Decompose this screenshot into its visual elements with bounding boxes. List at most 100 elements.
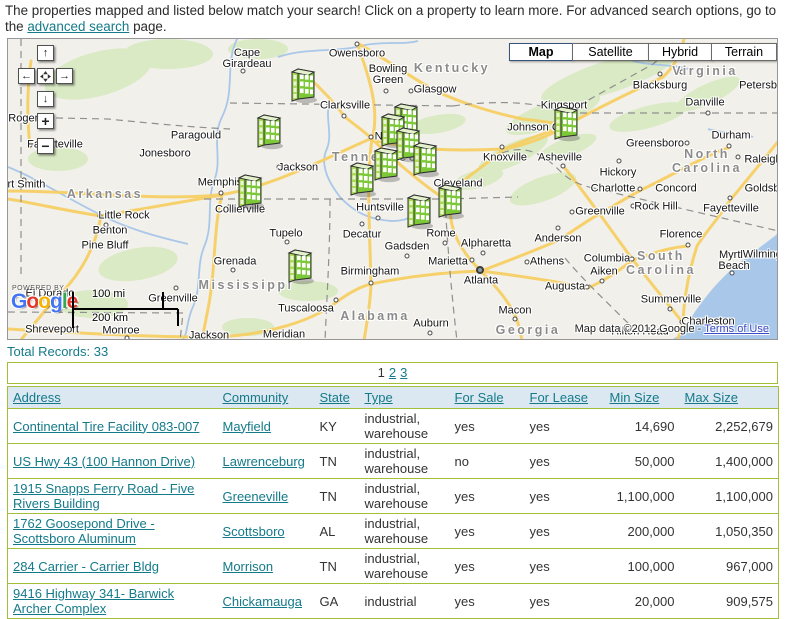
cell-for-lease: yes	[524, 513, 605, 549]
community-link[interactable]: Morrison	[223, 559, 274, 574]
google-logo[interactable]: Google	[11, 290, 78, 314]
property-marker-icon[interactable]	[254, 110, 284, 150]
table-row: 9416 Highway 341- Barwick Archer Complex…	[7, 583, 779, 619]
header-type: Type	[359, 386, 450, 409]
sort-address-link[interactable]: Address	[13, 390, 61, 405]
property-link[interactable]: US Hwy 43 (100 Hannon Drive)	[13, 454, 195, 469]
property-marker-icon[interactable]	[435, 180, 465, 220]
pan-up-button[interactable]: ↑	[37, 45, 54, 61]
cell-type: industrial	[359, 583, 450, 619]
property-link[interactable]: 1915 Snapps Ferry Road - Five Rivers Bui…	[13, 481, 194, 511]
cell-community: Scottsboro	[217, 513, 315, 549]
attribution-text: Map data ©2012 Google -	[574, 323, 705, 335]
sort-community-link[interactable]: Community	[223, 390, 289, 405]
zoom-out-button[interactable]: −	[37, 138, 54, 154]
sort-max-size-link[interactable]: Max Size	[685, 390, 738, 405]
sort-for-sale-link[interactable]: For Sale	[455, 390, 504, 405]
page-link[interactable]: 2	[389, 365, 396, 380]
total-records-label: Total Records:	[7, 344, 91, 359]
cell-state: AL	[314, 513, 360, 549]
sort-for-lease-link[interactable]: For Lease	[530, 390, 589, 405]
map-type-button[interactable]: Satellite	[572, 43, 649, 61]
community-link[interactable]: Chickamauga	[223, 594, 303, 609]
cell-for-lease: yes	[524, 443, 605, 479]
community-link[interactable]: Greeneville	[223, 489, 289, 504]
cell-min-size: 50,000	[604, 443, 680, 479]
pagination: 123	[7, 362, 778, 384]
cell-min-size: 1,100,000	[604, 478, 680, 514]
pan-center-button[interactable]	[37, 68, 54, 84]
header-community: Community	[217, 386, 315, 409]
table-row: 1915 Snapps Ferry Road - Five Rivers Bui…	[7, 478, 779, 514]
cell-state: TN	[314, 548, 360, 584]
header-address: Address	[7, 386, 218, 409]
property-marker-icon[interactable]	[235, 170, 265, 210]
property-marker-icon[interactable]	[285, 245, 315, 285]
property-marker-icon[interactable]	[410, 138, 440, 178]
results-table: Address Community State Type For Sale Fo…	[7, 386, 779, 619]
sort-min-size-link[interactable]: Min Size	[610, 390, 660, 405]
cell-address: 284 Carrier - Carrier Bldg	[7, 548, 218, 584]
cell-max-size: 1,100,000	[679, 478, 779, 514]
cell-max-size: 1,400,000	[679, 443, 779, 479]
community-link[interactable]: Lawrenceburg	[223, 454, 305, 469]
property-marker-icon[interactable]	[551, 102, 581, 142]
pan-right-button[interactable]: →	[56, 68, 73, 84]
map-type-button[interactable]: Map	[509, 43, 573, 61]
advanced-search-link[interactable]: advanced search	[27, 19, 129, 34]
cell-address: Continental Tire Facility 083-007	[7, 408, 218, 444]
map-type-button[interactable]: Hybrid	[648, 43, 712, 61]
map-type-button[interactable]: Terrain	[711, 43, 777, 61]
pan-down-button[interactable]: ↓	[37, 91, 54, 107]
pan-left-button[interactable]: ←	[18, 68, 35, 84]
page-link: 1	[377, 365, 385, 380]
minus-icon: −	[41, 138, 50, 154]
header-for-sale: For Sale	[449, 386, 525, 409]
arrow-right-icon: →	[59, 69, 70, 82]
arrow-down-icon: ↓	[42, 92, 49, 105]
property-link[interactable]: 284 Carrier - Carrier Bldg	[13, 559, 159, 574]
cell-type: industrial, warehouse	[359, 513, 450, 549]
cell-min-size: 200,000	[604, 513, 680, 549]
community-link[interactable]: Mayfield	[223, 419, 271, 434]
sort-state-link[interactable]: State	[320, 390, 350, 405]
map-graphics	[8, 39, 777, 339]
cell-community: Greeneville	[217, 478, 315, 514]
cell-community: Lawrenceburg	[217, 443, 315, 479]
map-attribution: Map data ©2012 Google - Terms of Use	[575, 323, 769, 335]
cell-for-sale: yes	[449, 513, 525, 549]
property-marker-icon[interactable]	[288, 64, 318, 104]
header-max-size: Max Size	[679, 386, 779, 409]
cell-address: US Hwy 43 (100 Hannon Drive)	[7, 443, 218, 479]
arrow-up-icon: ↑	[42, 46, 49, 59]
map[interactable]: KentuckyVirginiaTennesseeArkansasMississ…	[7, 38, 778, 340]
cell-max-size: 2,252,679	[679, 408, 779, 444]
terms-of-use-link[interactable]: Terms of Use	[704, 323, 769, 335]
table-header-row: Address Community State Type For Sale Fo…	[7, 386, 779, 409]
community-link[interactable]: Scottsboro	[223, 524, 285, 539]
property-marker-icon[interactable]	[347, 158, 377, 198]
google-logo-letter: o	[26, 290, 39, 313]
intro-after: page.	[129, 19, 167, 34]
pan-center-icon	[40, 70, 51, 82]
table-row: Continental Tire Facility 083-007 Mayfie…	[7, 408, 779, 444]
zoom-in-button[interactable]: +	[37, 113, 54, 129]
property-link[interactable]: 1762 Goosepond Drive - Scottsboro Alumin…	[13, 516, 155, 546]
cell-for-lease: yes	[524, 408, 605, 444]
cell-community: Mayfield	[217, 408, 315, 444]
cell-address: 9416 Highway 341- Barwick Archer Complex	[7, 583, 218, 619]
property-marker-icon[interactable]	[404, 190, 434, 230]
cell-type: industrial, warehouse	[359, 548, 450, 584]
cell-for-sale: no	[449, 443, 525, 479]
cell-max-size: 909,575	[679, 583, 779, 619]
page-link[interactable]: 3	[400, 365, 407, 380]
cell-for-lease: yes	[524, 583, 605, 619]
google-logo-letter: G	[11, 290, 27, 313]
cell-state: GA	[314, 583, 360, 619]
sort-type-link[interactable]: Type	[365, 390, 393, 405]
property-link[interactable]: 9416 Highway 341- Barwick Archer Complex	[13, 586, 174, 616]
cell-for-lease: yes	[524, 478, 605, 514]
property-link[interactable]: Continental Tire Facility 083-007	[13, 419, 199, 434]
header-min-size: Min Size	[604, 386, 680, 409]
plus-icon: +	[41, 113, 50, 129]
